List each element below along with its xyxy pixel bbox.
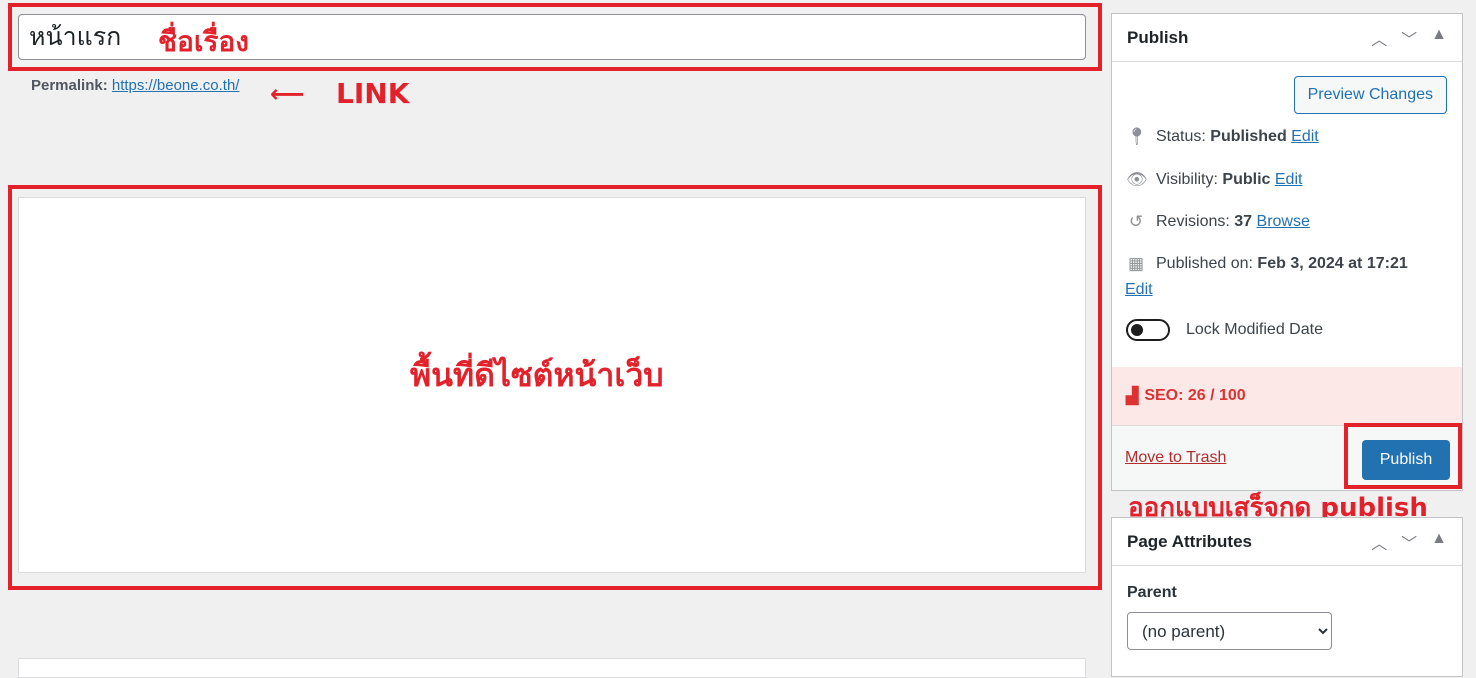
annotation-link: LINK [336,77,410,110]
eye-icon: 👁︎ [1126,170,1148,189]
lock-modified-label: Lock Modified Date [1186,321,1323,338]
calendar-icon: ▦ [1127,254,1145,273]
move-up-icon[interactable]: ︿ [1371,530,1387,554]
edit-status-link[interactable]: Edit [1291,128,1319,145]
page-attributes-title: Page Attributes [1127,531,1253,551]
lock-modified-toggle[interactable] [1126,319,1170,341]
seo-score[interactable]: ▟ SEO: 26 / 100 [1112,367,1462,425]
move-down-icon[interactable]: ﹀ [1401,530,1417,554]
next-metabox [18,658,1086,678]
preview-changes-button[interactable]: Preview Changes [1293,76,1447,114]
collapse-icon[interactable]: ▲ [1431,530,1447,554]
publish-panel-title: Publish [1127,27,1189,47]
permalink-url[interactable]: https://beone.co.th/ [112,77,240,94]
move-down-icon[interactable]: ﹀ [1401,26,1417,50]
browse-revisions-link[interactable]: Browse [1257,213,1310,230]
annotation-title: ชื่อเรื่อง [158,25,249,58]
move-up-icon[interactable]: ︿ [1371,26,1387,50]
collapse-icon[interactable]: ▲ [1431,26,1447,50]
permalink-label: Permalink: [31,77,108,94]
edit-visibility-link[interactable]: Edit [1275,171,1303,188]
page-attributes-panel: Page Attributes ︿ ﹀ ▲ Parent (no parent) [1111,517,1463,677]
edit-date-link[interactable]: Edit [1125,281,1153,299]
move-to-trash-link[interactable]: Move to Trash [1125,449,1226,467]
permalink: Permalink: https://beone.co.th/ [31,77,239,94]
publish-panel: Publish ︿ ﹀ ▲ Preview Changes 📍︎ Status: Pu… [1111,13,1463,491]
parent-select[interactable]: (no parent) [1127,612,1332,650]
annotation-editor: พื้นที่ดีไซต์หน้าเว็บ [410,356,664,394]
pin-icon: 📍︎ [1126,127,1148,146]
seo-chart-icon: ▟ [1126,388,1139,405]
parent-label: Parent [1127,584,1177,601]
annotation-publish-box [1344,423,1462,489]
history-icon: ↺ [1128,212,1144,231]
annotation-arrow: ⟵ [270,80,305,108]
